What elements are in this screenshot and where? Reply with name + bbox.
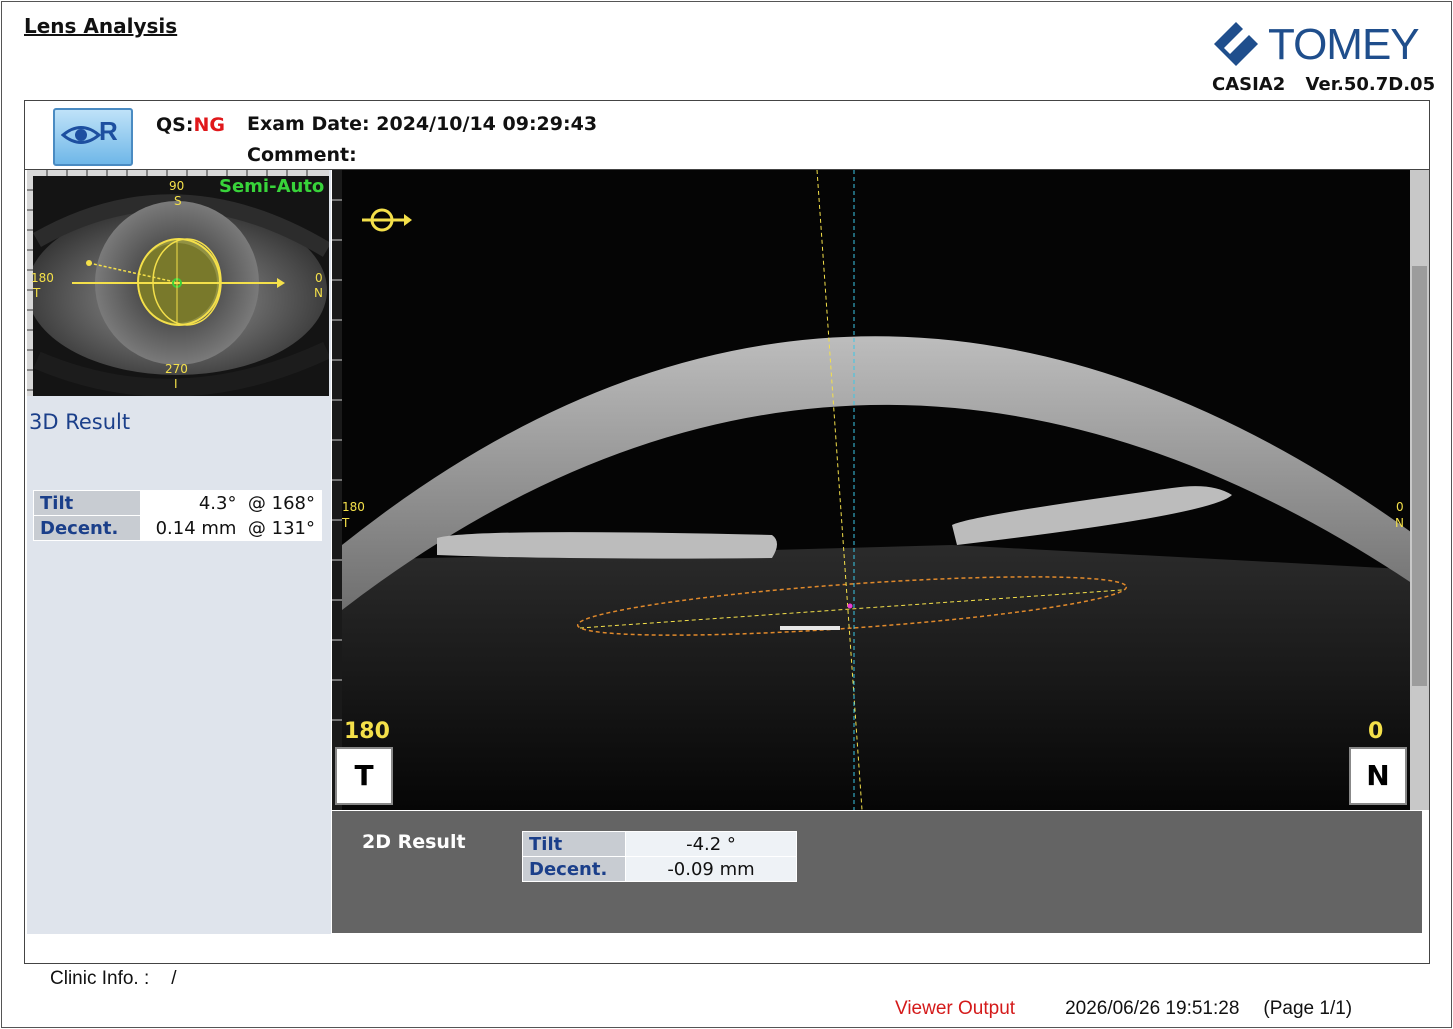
- oct-right-angle: 0: [1368, 719, 1384, 744]
- tilt-label: Tilt: [33, 490, 141, 516]
- tilt-value: 4.3°: [198, 492, 237, 514]
- left-panel: Semi-Auto 90 S 180 T 0 N 270 I 3D Result…: [27, 170, 331, 934]
- decent-cell: 0.14 mm @ 131°: [140, 515, 322, 541]
- oct-scale-right-deg: 0: [1396, 500, 1404, 514]
- brand-logo: TOMEY: [1210, 18, 1425, 69]
- tilt-2d-value: -4.2 °: [625, 831, 797, 857]
- oct-left-direction: T: [335, 747, 393, 805]
- fundus-left-dir: T: [33, 286, 41, 300]
- oct-scale-left-dir: T: [342, 516, 350, 530]
- eye-side-label: R: [99, 116, 118, 146]
- fundus-bottom-dir: I: [174, 377, 178, 391]
- comment-label: Comment:: [247, 144, 357, 166]
- decent-2d-value: -0.09 mm: [625, 856, 797, 882]
- tomey-logo-icon: [1214, 22, 1258, 66]
- page-title: Lens Analysis: [24, 14, 178, 38]
- qs-value: NG: [193, 114, 225, 136]
- exam-date: 2024/10/14 09:29:43: [376, 113, 598, 135]
- report-header: R QS:NG Exam Date: 2024/10/14 09:29:43 C…: [25, 101, 1429, 170]
- result-2d-title: 2D Result: [362, 831, 466, 853]
- quality-status: QS:NG: [156, 114, 225, 136]
- result-3d-title: 3D Result: [29, 410, 131, 434]
- fundus-right-deg: 0: [315, 271, 323, 285]
- fundus-left-deg: 180: [31, 271, 54, 285]
- device-name: CASIA2: [1212, 74, 1286, 95]
- eye-side-badge: R: [53, 108, 133, 166]
- clinic-label: Clinic Info. :: [50, 968, 150, 989]
- qs-label: QS:: [156, 114, 194, 136]
- fundus-top-deg: 90: [169, 179, 185, 193]
- table-row: Tilt -4.2 °: [522, 831, 797, 857]
- device-version: CASIA2 Ver.50.7D.05: [1212, 74, 1449, 95]
- oct-left-angle: 180: [344, 719, 390, 744]
- anterior-eye-image: Semi-Auto 90 S 180 T 0 N 270 I: [27, 170, 329, 396]
- page-indicator: (Page 1/1): [1263, 998, 1353, 1019]
- oct-scan-image: 180 T 0 N 180 T 0 N: [332, 170, 1429, 810]
- oct-graphic: [332, 170, 1429, 810]
- tilt-2d-label: Tilt: [522, 831, 626, 857]
- tilt-cell: 4.3° @ 168°: [140, 490, 322, 516]
- fundus-top-dir: S: [174, 194, 182, 208]
- fundus-mode: Semi-Auto: [219, 176, 325, 197]
- table-row: Tilt 4.3° @ 168°: [33, 490, 322, 516]
- fundus-right-dir: N: [314, 286, 323, 300]
- viewer-output-label: Viewer Output: [895, 998, 1016, 1019]
- exam-date-label: Exam Date:: [247, 113, 370, 135]
- table-row: Decent. 0.14 mm @ 131°: [33, 515, 322, 541]
- result-2d-panel: 2D Result Tilt -4.2 ° Decent. -0.09 mm: [332, 811, 1422, 933]
- decent-value: 0.14 mm: [155, 517, 237, 539]
- report-panel: R QS:NG Exam Date: 2024/10/14 09:29:43 C…: [24, 100, 1430, 964]
- report-footer: Viewer Output 2026/06/26 19:51:28 (Page 1/…: [895, 998, 1352, 1020]
- oct-scale-right-dir: N: [1395, 516, 1404, 530]
- decent-angle: @ 131°: [247, 517, 315, 539]
- oct-right-direction: N: [1349, 747, 1407, 805]
- decent-label: Decent.: [33, 515, 141, 541]
- brand-name: TOMEY: [1268, 20, 1420, 69]
- table-row: Decent. -0.09 mm: [522, 856, 797, 882]
- result-3d-table: Tilt 4.3° @ 168° Decent. 0.14 mm @ 131°: [33, 490, 322, 541]
- tilt-angle: @ 168°: [247, 492, 315, 514]
- exam-info: Exam Date: 2024/10/14 09:29:43 Comment:: [247, 109, 597, 171]
- result-2d-table: Tilt -4.2 ° Decent. -0.09 mm: [522, 831, 797, 882]
- print-datetime: 2026/06/26 19:51:28: [1065, 998, 1240, 1019]
- fundus-bottom-deg: 270: [165, 362, 188, 376]
- oct-scale-left-deg: 180: [342, 500, 365, 514]
- clinic-value: /: [171, 968, 177, 989]
- eye-icon: [61, 126, 101, 144]
- clinic-info: Clinic Info. : /: [50, 968, 177, 990]
- decent-2d-label: Decent.: [522, 856, 626, 882]
- software-version: Ver.50.7D.05: [1305, 74, 1436, 95]
